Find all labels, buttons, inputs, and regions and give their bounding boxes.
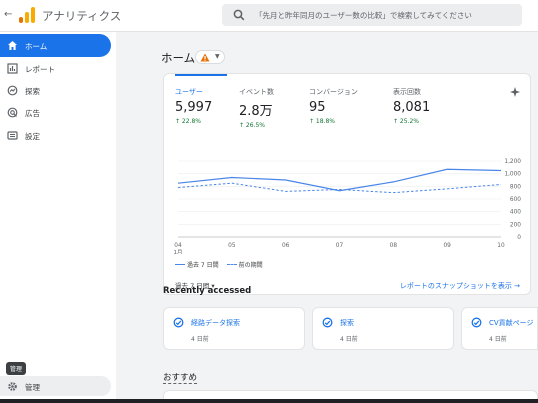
metric-label: イベント数 [239, 88, 274, 96]
y-tick-label: 1,000 [504, 172, 521, 178]
x-tick-label: 06 [282, 243, 290, 249]
metric-delta: ↑ 25.2% [393, 118, 419, 125]
line-chart: 1,200 1,000 800 600 400 200 0 04 05 06 07 08 09 10 1月 [174, 159, 522, 254]
metric-delta: ↑ 18.8% [309, 118, 335, 125]
legend-swatch-dashed [226, 264, 237, 265]
metric-value: 95 [309, 100, 326, 115]
x-tick-label: 08 [390, 243, 398, 249]
metric-label: ユーザー [175, 88, 203, 96]
explore-icon [7, 85, 18, 96]
metric-users[interactable]: ユーザー 5,997 ↑ 22.8% [175, 87, 245, 125]
recent-card[interactable]: CV貢献ページ 4 日前 [461, 307, 538, 350]
recently-accessed-heading: Recently accessed [163, 286, 252, 296]
recommendations-heading: おすすめ [163, 373, 198, 384]
y-tick-label: 800 [510, 184, 521, 190]
metric-delta: ↑ 22.8% [175, 118, 201, 125]
x-tick-label: 05 [228, 243, 236, 249]
warning-icon [200, 53, 210, 62]
page-title: ホーム [161, 51, 196, 65]
sidebar-item-explore[interactable]: 探索 [0, 79, 111, 102]
legend-previous: 前の期間 [238, 262, 263, 269]
search-bar[interactable]: 「先月と昨年同月のユーザー数の比較」で検索してみてください [222, 4, 522, 26]
metric-value: 2.8万 [239, 104, 273, 119]
sidebar-item-label: 広告 [25, 109, 40, 118]
recent-card[interactable]: 探索 4 日前 [312, 307, 454, 350]
sidebar-item-admin[interactable]: 管理 [0, 376, 111, 396]
admin-label: 管理 [25, 383, 40, 392]
sidebar-item-reports[interactable]: レポート [0, 57, 111, 80]
y-tick-label: 200 [510, 222, 521, 228]
explore-icon [471, 317, 482, 328]
metric-delta: ↑ 26.5% [239, 122, 265, 129]
analytics-logo-icon [19, 7, 35, 23]
y-tick-label: 1,200 [504, 159, 521, 165]
legend-current: 過去 7 日間 [187, 262, 219, 269]
metric-value: 8,081 [393, 100, 431, 115]
report-snapshot-link[interactable]: レポートのスナップショットを表示 → [400, 281, 520, 291]
main-content: ホーム ▼ ユーザー 5,997 ↑ 22.8% イベント数 2.8万 ↑ 26… [116, 32, 538, 403]
metric-events[interactable]: イベント数 2.8万 ↑ 26.5% [239, 87, 309, 129]
metric-label: コンバージョン [309, 88, 358, 96]
y-tick-label: 400 [510, 210, 521, 216]
admin-tooltip: 管理 [6, 362, 27, 375]
metric-value: 5,997 [175, 100, 213, 115]
metric-views[interactable]: 表示回数 8,081 ↑ 25.2% [393, 87, 463, 125]
metric-conversions[interactable]: コンバージョン 95 ↑ 18.8% [309, 87, 379, 125]
explore-icon [173, 317, 184, 328]
chevron-down-icon: ▼ [215, 53, 220, 60]
recent-card[interactable]: 経路データ探索 4 日前 [163, 307, 305, 350]
x-tick-label: 10 [497, 243, 505, 249]
active-metric-indicator [175, 74, 227, 76]
series-line-current [177, 168, 502, 192]
insights-sparkle-icon[interactable] [509, 86, 521, 98]
x-tick-label: 09 [443, 243, 451, 249]
recent-item-name: CV貢献ページ [489, 319, 534, 327]
legend-swatch-solid [175, 264, 185, 265]
y-tick-label: 600 [510, 197, 521, 203]
sidebar-item-label: 探索 [25, 87, 40, 96]
sidebar-item-configure[interactable]: 設定 [0, 124, 111, 147]
sidebar-item-advertising[interactable]: 広告 [0, 101, 111, 124]
advertising-icon [7, 107, 18, 118]
sidebar-item-label: ホーム [25, 42, 48, 51]
sidebar-item-home[interactable]: ホーム [0, 34, 111, 57]
recent-item-name: 経路データ探索 [191, 319, 240, 327]
back-arrow-icon[interactable]: ← [4, 9, 12, 20]
recent-item-time: 4 日前 [489, 336, 507, 343]
search-icon [233, 9, 245, 21]
sidebar-item-label: レポート [25, 65, 55, 74]
explore-icon [322, 317, 333, 328]
data-quality-chip[interactable]: ▼ [195, 50, 225, 64]
sidebar-item-label: 設定 [25, 132, 40, 141]
metric-label: 表示回数 [393, 88, 421, 96]
chart-legend: 過去 7 日間 前の期間 [175, 260, 263, 269]
recent-item-time: 4 日前 [340, 336, 358, 343]
overview-card: ユーザー 5,997 ↑ 22.8% イベント数 2.8万 ↑ 26.5% コン… [163, 73, 531, 295]
sidebar: ホーム レポート 探索 広告 設定 [0, 32, 116, 403]
x-month-label: 1月 [174, 249, 183, 254]
y-tick-label: 0 [517, 235, 521, 241]
search-placeholder: 「先月と昨年同月のユーザー数の比較」で検索してみてください [255, 11, 472, 20]
bottom-border [0, 399, 538, 403]
x-tick-label: 04 [174, 243, 182, 249]
x-tick-label: 07 [336, 243, 344, 249]
gear-icon [8, 382, 17, 391]
configure-icon [7, 131, 18, 140]
app-title: アナリティクス [42, 9, 122, 23]
recent-item-time: 4 日前 [191, 336, 209, 343]
recent-item-name: 探索 [340, 319, 354, 327]
top-app-bar: ← アナリティクス 「先月と昨年同月のユーザー数の比較」で検索してみてください [0, 0, 538, 32]
reports-icon [7, 63, 18, 74]
home-icon [8, 41, 17, 50]
